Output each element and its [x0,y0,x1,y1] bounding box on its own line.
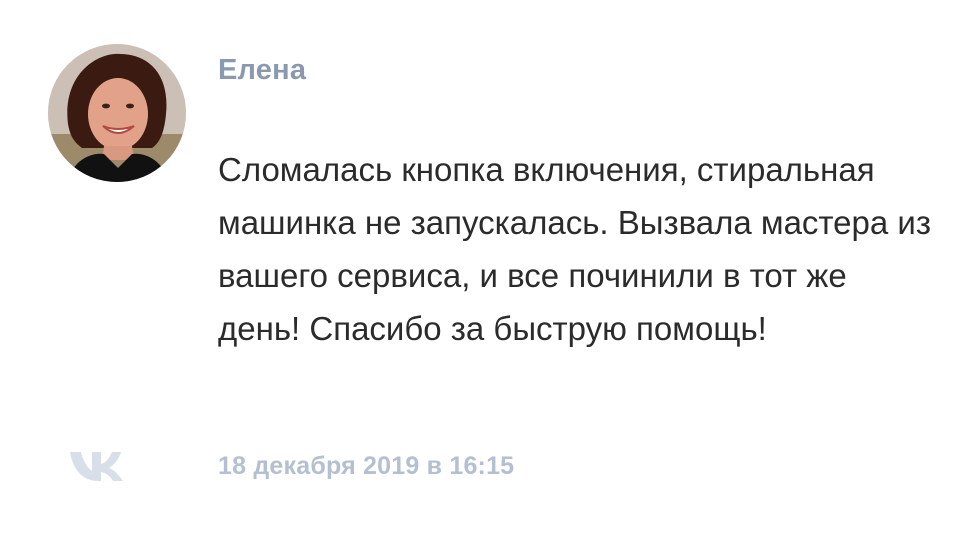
vk-logo-icon[interactable] [68,446,124,484]
user-avatar[interactable] [48,44,186,182]
avatar-photo-icon [48,44,186,182]
review-date[interactable]: 18 декабря 2019 в 16:15 [218,452,514,481]
review-text: Сломалась кнопка включения, стиральная м… [218,151,931,347]
author-name[interactable]: Елена [218,54,306,87]
review-card: Елена Сломалась кнопка включения, стирал… [0,0,966,536]
